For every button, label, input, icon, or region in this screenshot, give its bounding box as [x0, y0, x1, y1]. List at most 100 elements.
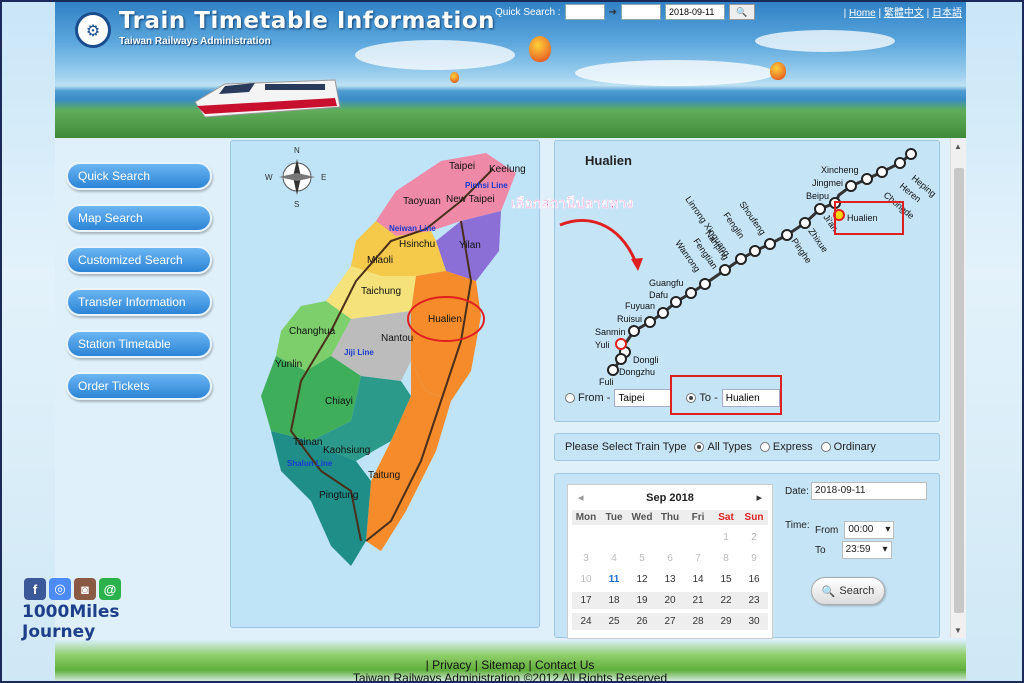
calendar-day[interactable]: 27	[656, 613, 684, 630]
station-xincheng: Xincheng	[821, 165, 859, 175]
calendar-day[interactable]: 15	[712, 571, 740, 588]
calendar-day[interactable]: 24	[572, 613, 600, 630]
calendar-day	[684, 529, 712, 546]
calendar-day[interactable]: 28	[684, 613, 712, 630]
label-shalun-line: Shalun Line	[287, 459, 333, 468]
calendar-weekday: Sun	[740, 510, 768, 525]
annotation-arrow-icon	[559, 219, 639, 267]
time-from-label: From	[815, 524, 839, 536]
calendar-day[interactable]: 18	[600, 592, 628, 609]
calendar-day[interactable]: 21	[684, 592, 712, 609]
calendar-day[interactable]: 17	[572, 592, 600, 609]
thai-annotation: เลือกสถานีปลายทาง	[511, 195, 634, 211]
footer-copyright: Taiwan Railways Administration ©2012 All…	[352, 671, 668, 683]
nav-transfer-information[interactable]: Transfer Information	[66, 288, 212, 316]
calendar-day	[656, 529, 684, 546]
label-hsinchu: Hsinchu	[399, 239, 435, 250]
station-sanmin: Sanmin	[595, 327, 626, 337]
label-kaohsiung: Kaohsiung	[323, 445, 370, 456]
calendar-day: 10	[580, 574, 592, 585]
type-ordinary-label[interactable]: Ordinary	[834, 441, 876, 453]
nav-quick-search[interactable]: Quick Search	[66, 162, 212, 190]
time-label: Time:	[785, 520, 810, 531]
nav-order-tickets[interactable]: Order Tickets	[66, 372, 212, 400]
type-express-radio[interactable]	[759, 442, 770, 452]
scrollbar[interactable]: ▲ ▼	[950, 138, 966, 638]
label-chiayi: Chiayi	[325, 396, 353, 407]
chinese-link[interactable]: 繁體中文	[884, 8, 924, 19]
station-dongli: Dongli	[633, 355, 659, 365]
date-time-panel: ◂ Sep 2018 ▸ Mon Tue Wed Thu Fri Sat Sun 1 2 3 4 5 6…	[554, 473, 940, 639]
arrow-right-icon: ➔	[608, 6, 617, 18]
japanese-link[interactable]: 日本語	[932, 8, 962, 19]
date-label: Date:	[785, 486, 809, 497]
calendar-day[interactable]: 25	[600, 613, 628, 630]
nav-customized-search[interactable]: Customized Search	[66, 246, 212, 274]
station-fuyuan: Fuyuan	[625, 301, 655, 311]
line-icon: @	[99, 578, 121, 600]
calendar-day[interactable]: 23	[740, 592, 768, 609]
type-all-radio[interactable]	[694, 442, 705, 452]
scroll-up-icon[interactable]: ▲	[954, 142, 962, 151]
search-button[interactable]: 🔍 Search	[811, 577, 885, 605]
time-from-select[interactable]: 00:00 ▾	[844, 521, 895, 539]
home-link[interactable]: Home	[849, 8, 876, 19]
type-ordinary-radio[interactable]	[820, 442, 831, 452]
station-guangfu: Guangfu	[649, 278, 684, 288]
search-button-label: Search	[839, 585, 875, 597]
calendar-day[interactable]: 11	[600, 571, 628, 588]
nav-station-timetable[interactable]: Station Timetable	[66, 330, 212, 358]
calendar-day[interactable]: 30	[740, 613, 768, 630]
compass-s: S	[294, 200, 299, 209]
site-subtitle: Taiwan Railways Administration	[119, 36, 271, 47]
compass-n: N	[294, 146, 300, 155]
date-input[interactable]: 2018-09-11	[811, 482, 927, 500]
watermark: f ◎ ◙ @ 1000Miles Journey	[22, 578, 132, 642]
calendar-prev-icon[interactable]: ◂	[578, 491, 584, 504]
quick-search-date-input[interactable]	[664, 4, 725, 20]
calendar-day: 2	[751, 532, 757, 543]
calendar-weekday: Tue	[600, 510, 628, 525]
footer-links[interactable]: | Privacy | Sitemap | Contact Us	[0, 658, 1020, 672]
quick-search-from-input[interactable]	[564, 4, 605, 20]
time-to-row: To 23:59 ▾	[815, 541, 892, 559]
yuli-station-icon	[615, 338, 627, 350]
time-from-row: From 00:00 ▾	[815, 521, 895, 539]
station-dafu: Dafu	[649, 290, 668, 300]
calendar-day[interactable]: 29	[712, 613, 740, 630]
from-label: From -	[578, 392, 611, 404]
station-zhixue: Zhixue	[806, 226, 830, 254]
type-express-label[interactable]: Express	[773, 441, 813, 453]
label-pingtung: Pingtung	[319, 490, 358, 501]
scroll-thumb[interactable]	[954, 168, 964, 613]
hualien-highlight-box	[834, 201, 904, 235]
label-taoyuan: Taoyuan	[403, 196, 441, 207]
calendar-day[interactable]: 19	[628, 592, 656, 609]
watermark-line2: Journey	[22, 622, 96, 642]
nav-map-search[interactable]: Map Search	[66, 204, 212, 232]
calendar-weekday: Thu	[656, 510, 684, 525]
from-radio[interactable]	[565, 393, 575, 403]
time-to-select[interactable]: 23:59 ▾	[841, 541, 892, 559]
quick-search-to-input[interactable]	[620, 4, 661, 20]
chrome-icon: ◎	[49, 578, 71, 600]
station-beipu: Beipu	[806, 191, 829, 201]
tra-logo-icon[interactable]: ⚙	[75, 12, 111, 48]
calendar-day[interactable]: 16	[740, 571, 768, 588]
calendar-day[interactable]: 12	[628, 571, 656, 588]
calendar-day[interactable]: 13	[656, 571, 684, 588]
scroll-down-icon[interactable]: ▼	[954, 626, 962, 635]
calendar-grid: Mon Tue Wed Thu Fri Sat Sun 1 2 3 4 5 6 7 8 9 10 11 12 13 14…	[568, 510, 772, 630]
calendar-day[interactable]: 20	[656, 592, 684, 609]
label-changhua: Changhua	[289, 326, 336, 337]
from-input[interactable]	[614, 389, 673, 407]
calendar-day[interactable]: 26	[628, 613, 656, 630]
left-nav: Quick Search Map Search Customized Searc…	[66, 162, 212, 414]
calendar-next-icon[interactable]: ▸	[756, 491, 762, 504]
type-all-label[interactable]: All Types	[707, 441, 751, 453]
calendar-day[interactable]: 14	[684, 571, 712, 588]
calendar-day: 4	[611, 553, 617, 564]
calendar-day[interactable]: 22	[712, 592, 740, 609]
quick-search-button[interactable]: 🔍	[728, 4, 755, 20]
calendar-weekday: Sat	[712, 510, 740, 525]
